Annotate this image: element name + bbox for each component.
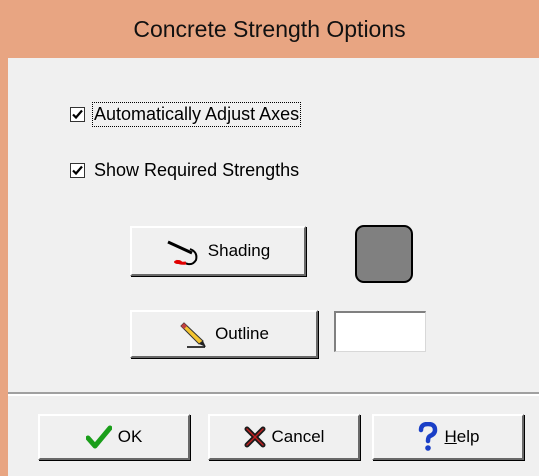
checkmark-icon	[72, 109, 83, 120]
close-icon	[244, 426, 266, 448]
help-label-rest: elp	[456, 427, 480, 446]
auto-adjust-axes-checkbox[interactable]	[70, 107, 85, 122]
help-button-label: Help	[445, 427, 480, 447]
shading-button-label: Shading	[207, 241, 271, 260]
help-label-mnemonic: H	[444, 427, 457, 446]
paint-brush-icon	[166, 236, 202, 266]
cancel-button[interactable]: Cancel	[208, 414, 360, 460]
checkmark-icon	[72, 165, 83, 176]
shading-button[interactable]: Shading	[130, 226, 306, 276]
auto-adjust-axes-option[interactable]: Automatically Adjust Axes	[70, 102, 302, 127]
checkmark-icon	[85, 425, 112, 449]
show-required-strengths-checkbox[interactable]	[70, 163, 85, 178]
outline-button-label: Outline	[215, 324, 269, 343]
show-required-strengths-label: Show Required Strengths	[94, 160, 300, 180]
help-button[interactable]: Help	[372, 414, 524, 460]
auto-adjust-axes-label: Automatically Adjust Axes	[91, 102, 302, 127]
dialog-title: Concrete Strength Options	[0, 0, 539, 58]
ok-button-label: OK	[117, 427, 143, 446]
shading-color-swatch[interactable]	[355, 225, 413, 283]
dialog-window: Concrete Strength Options Automatically …	[0, 0, 539, 476]
question-mark-icon	[417, 422, 439, 452]
show-required-strengths-option[interactable]: Show Required Strengths	[70, 160, 299, 181]
cancel-button-label: Cancel	[271, 427, 325, 446]
ok-button[interactable]: OK	[38, 414, 190, 460]
outline-color-swatch[interactable]	[334, 311, 426, 352]
outline-button[interactable]: Outline	[130, 310, 318, 358]
pencil-icon	[179, 319, 209, 349]
